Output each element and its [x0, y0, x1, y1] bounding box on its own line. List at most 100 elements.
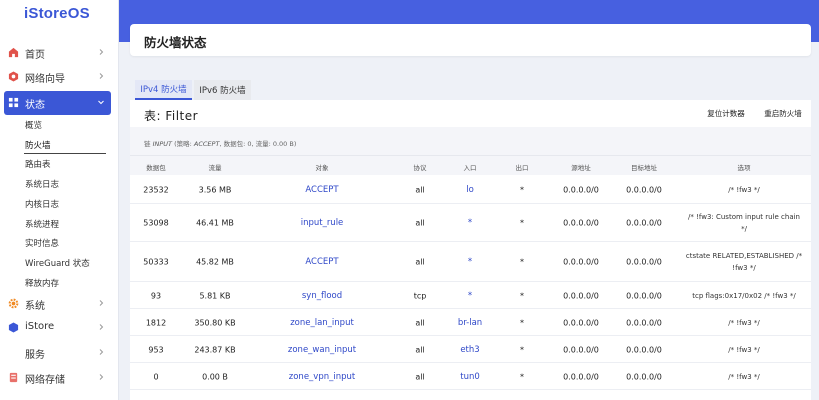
cell-target: ACCEPT: [305, 185, 339, 195]
cell-in: tun0: [460, 371, 480, 382]
cell-target: input_rule: [300, 218, 344, 228]
table-row: 93 5.81 KB syn_flood tcp * * 0.0.0.0/0 0.0.0.0/…: [130, 282, 811, 309]
chain-info: 链 INPUT (策略: ACCEPT, 数据包: 0, 流量: 0.00 B): [144, 138, 296, 148]
cell-dst: 0.0.0.0/0: [626, 218, 662, 228]
column-header: 流量: [208, 164, 222, 172]
chain-info-row: 链 INPUT (策略: ACCEPT, 数据包: 0, 流量: 0.00 B): [130, 127, 811, 155]
cell-out: *: [520, 318, 524, 327]
store-icon: [8, 322, 19, 333]
cell-in: *: [467, 290, 473, 301]
table-row: 23532 3.56 MB ACCEPT all lo * 0.0.0.0/0 0.0.0.0…: [130, 176, 811, 204]
chevron-right-icon: [99, 300, 104, 306]
sub-item-processes[interactable]: 系统进程: [25, 218, 59, 230]
cell-out: *: [520, 218, 524, 228]
nav-item-home[interactable]: 首页: [0, 41, 118, 65]
nav-item-label: 网络存储: [25, 375, 65, 386]
nav-item-istore[interactable]: iStore: [0, 316, 118, 340]
cell-src: 0.0.0.0/0: [563, 318, 599, 327]
istoreos-logo[interactable]: iStoreOS: [24, 5, 90, 22]
page-title: 防火墙状态: [144, 35, 207, 50]
chain-prefix: 链: [144, 140, 151, 148]
sub-item-overview[interactable]: 概览: [25, 119, 42, 131]
nav-item-label: 网络向导: [25, 74, 65, 85]
chain-policy: ACCEPT: [193, 140, 220, 148]
chain-stats: , 数据包: 0, 流量: 0.00 B): [219, 140, 297, 148]
cell-out: *: [520, 372, 524, 381]
storage-icon: [9, 372, 18, 383]
cell-options: /* !fw3 */: [728, 372, 760, 381]
table-header: 数据包 流量 对象 协议 入口 出口 源地址 目标地址 选项: [130, 155, 811, 175]
table-row: 953 243.87 KB zone_wan_input all eth3 * 0.0.0.…: [130, 336, 811, 363]
cell-target: ACCEPT: [305, 257, 339, 267]
table-row: 1812 350.80 KB zone_lan_input all br-lan * 0.0…: [130, 309, 811, 336]
page-title-card: 防火墙状态: [130, 24, 811, 56]
nav-item-status[interactable]: 状态: [4, 91, 111, 115]
cell-traffic: 0.00 B: [202, 372, 228, 381]
nav-item-network-storage[interactable]: 网络存储: [0, 366, 118, 390]
column-header: 对象: [315, 164, 329, 172]
sub-item-firewall[interactable]: 防火墙: [25, 139, 51, 151]
cell-src: 0.0.0.0/0: [563, 185, 599, 195]
tab-ipv6-firewall[interactable]: IPv6 防火墙: [194, 80, 251, 100]
table-title: 表: Filter: [144, 109, 199, 123]
nav-item-label: iStore: [25, 321, 55, 332]
cell-options: /* !fw3 */: [728, 345, 760, 354]
cell-traffic: 350.80 KB: [194, 318, 236, 327]
cell-options: /* !fw3 */: [728, 186, 760, 194]
cell-options: tcp flags:0x17/0x02 /* !fw3 */: [692, 291, 796, 300]
cell-proto: all: [415, 185, 425, 195]
cell-traffic: 5.81 KB: [199, 291, 231, 300]
table-row: 0 0.00 B zone_vpn_input all tun0 * 0.0.0.0/0 0.…: [130, 363, 811, 390]
cell-packets: 1812: [145, 318, 167, 327]
sub-item-kernel-log[interactable]: 内核日志: [25, 198, 59, 210]
cell-in: *: [467, 218, 473, 228]
nav-item-services[interactable]: 服务: [0, 341, 118, 365]
cell-src: 0.0.0.0/0: [563, 345, 599, 354]
chevron-right-icon: [99, 374, 104, 380]
cell-traffic: 243.87 KB: [194, 345, 236, 354]
sub-item-syslog[interactable]: 系统日志: [25, 178, 59, 190]
cell-dst: 0.0.0.0/0: [626, 318, 662, 327]
cell-in: *: [467, 257, 473, 267]
column-header: 源地址: [571, 164, 591, 172]
cell-traffic: 45.82 MB: [196, 257, 234, 267]
cell-options: /* !fw3 */: [728, 318, 760, 327]
tab-ipv4-firewall[interactable]: IPv4 防火墙: [135, 80, 192, 100]
cell-out: *: [520, 291, 524, 300]
table-row: 53098 46.41 MB input_rule all * * 0.0.0.0/0 0.0…: [130, 204, 811, 242]
nav-item-label: 系统: [25, 301, 45, 312]
column-header: 出口: [515, 164, 529, 172]
cell-target: syn_flood: [301, 290, 343, 301]
sub-item-realtime[interactable]: 实时信息: [25, 237, 59, 249]
cell-proto: all: [415, 257, 425, 267]
cell-proto: all: [415, 218, 425, 228]
sub-item-free-memory[interactable]: 释放内存: [25, 277, 59, 289]
cell-options: /* !fw3: Custom input rule chain */: [687, 213, 800, 233]
cell-packets: 53098: [143, 218, 169, 228]
gear-icon: [8, 298, 19, 309]
nav-item-network-wizard[interactable]: 网络向导: [0, 65, 118, 89]
cell-out: *: [520, 185, 524, 195]
cell-options: ctstate RELATED,ESTABLISHED /* !fw3 */: [685, 252, 803, 272]
cell-traffic: 3.56 MB: [198, 185, 232, 195]
nav-item-system[interactable]: 系统: [0, 292, 118, 316]
firewall-table-card: 表: Filter 复位计数器 重启防火墙 链 INPUT (策略: ACCEP…: [130, 100, 811, 400]
column-header: 目标地址: [631, 164, 657, 172]
chevron-right-icon: [99, 324, 104, 330]
cell-out: *: [520, 345, 524, 354]
sub-item-wireguard[interactable]: WireGuard 状态: [25, 257, 90, 269]
network-wizard-icon: [8, 71, 19, 82]
cell-dst: 0.0.0.0/0: [626, 257, 662, 267]
cell-packets: 93: [150, 291, 162, 300]
chevron-down-icon: [98, 100, 104, 105]
sidebar: iStoreOS 首页 网络向导 状态 概览 防火墙 路由表 系统日志 内核日志…: [0, 0, 119, 400]
cell-src: 0.0.0.0/0: [563, 372, 599, 381]
sub-item-routes[interactable]: 路由表: [25, 158, 51, 170]
restart-firewall-button[interactable]: 重启防火墙: [758, 104, 808, 122]
reset-counters-button[interactable]: 复位计数器: [698, 104, 754, 122]
column-header: 数据包: [146, 164, 166, 172]
cell-in: eth3: [460, 344, 480, 355]
cell-src: 0.0.0.0/0: [563, 218, 599, 228]
cell-in: br-lan: [457, 317, 483, 328]
cell-target: zone_lan_input: [290, 317, 354, 328]
